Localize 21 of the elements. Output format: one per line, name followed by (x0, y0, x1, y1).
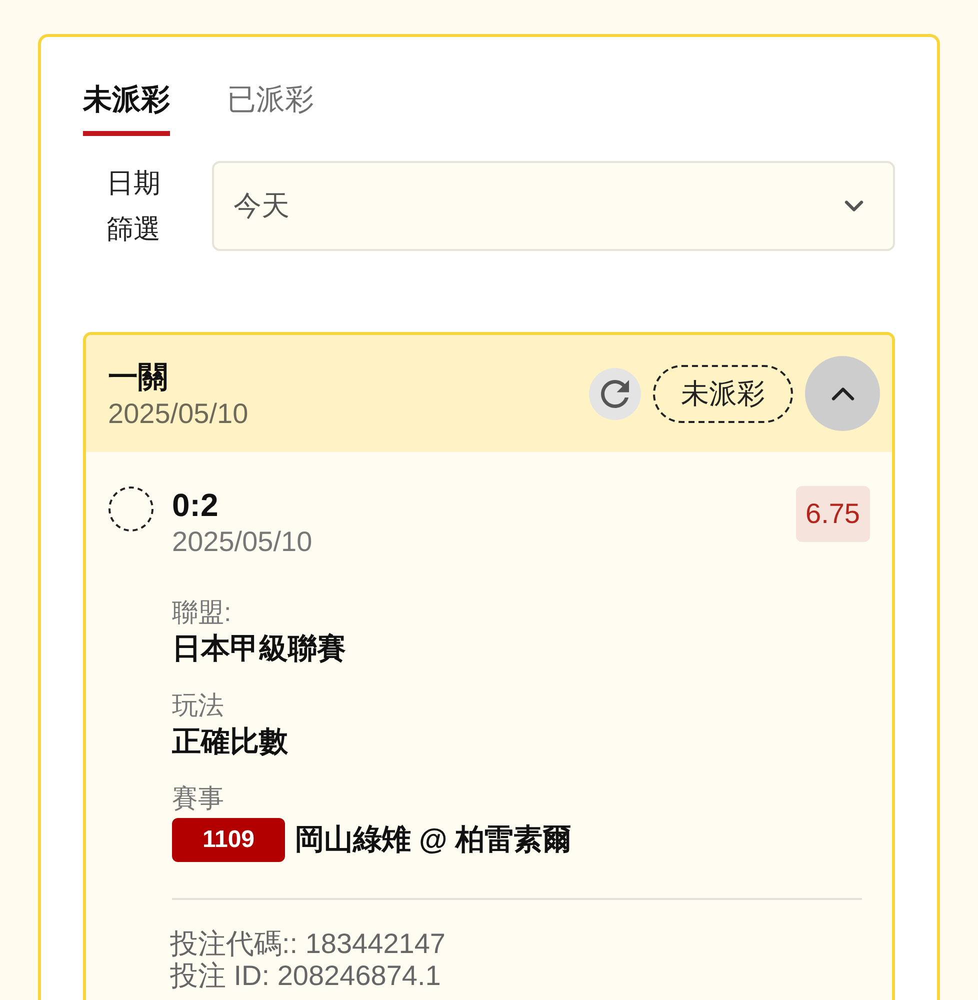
field-value: 正確比數 (172, 725, 288, 760)
tab[interactable]: 已派彩 (227, 81, 314, 136)
refresh-button[interactable] (589, 368, 641, 420)
bet-type-title: 一關 (108, 360, 169, 396)
field-value: 日本甲級聯賽 (172, 632, 346, 667)
match-teams: 岡山綠雉 @ 柏雷素爾 (295, 823, 572, 858)
field-label: 賽事 (172, 782, 224, 815)
odds-badge: 6.75 (796, 486, 870, 542)
tab[interactable]: 未派彩 (83, 81, 170, 136)
pending-circle-icon (108, 486, 154, 532)
match-number-badge: 1109 (172, 818, 285, 862)
bet-date: 2025/05/10 (108, 396, 248, 430)
bet-info-text: 投注代碼:: 183442147 (170, 928, 446, 960)
status-badge: 未派彩 (653, 364, 793, 422)
selection-date: 2025/05/10 (172, 525, 312, 559)
field-label: 玩法 (172, 689, 224, 722)
filter-label: 日期篩選 (105, 167, 162, 246)
field-label: 聯盟: (172, 596, 232, 629)
selection-score: 0:2 (172, 486, 218, 524)
bet-info-text: 投注 ID: 208246874.1 (170, 960, 441, 992)
date-select[interactable]: 今天 (212, 161, 895, 251)
